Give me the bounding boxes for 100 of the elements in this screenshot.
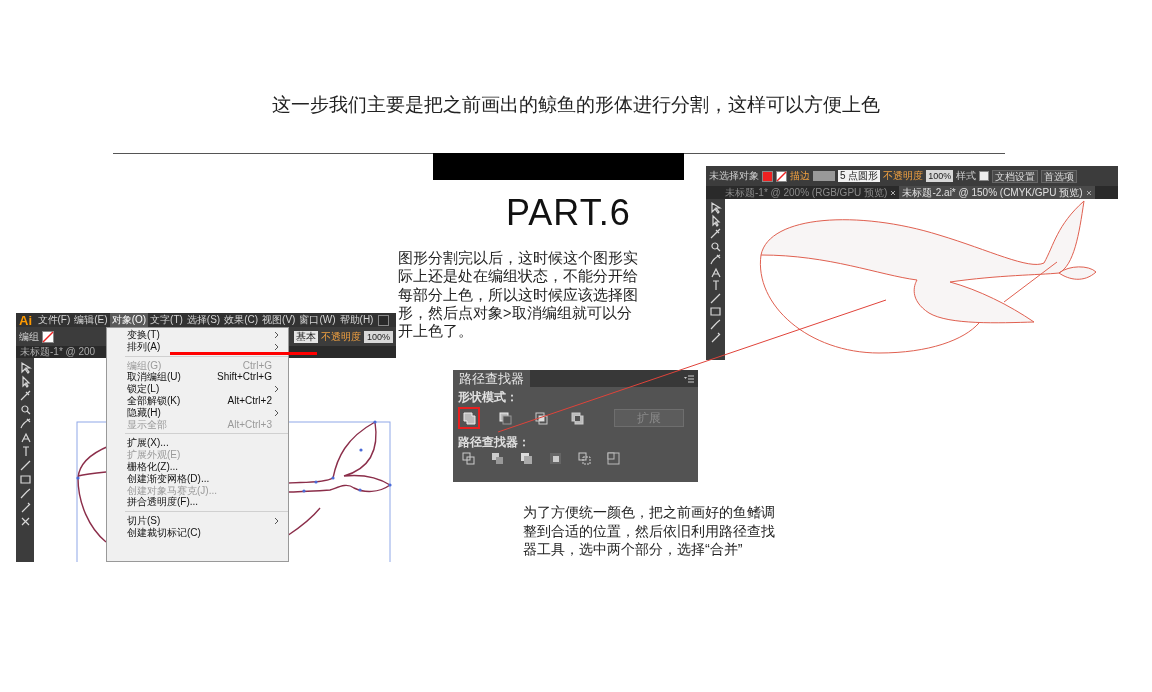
selection-label: 未选择对象 bbox=[709, 169, 759, 183]
menu-item[interactable]: 拼合透明度(F)... bbox=[107, 496, 288, 509]
part-title: PART.6 bbox=[506, 192, 631, 234]
menu-item-label: 锁定(L) bbox=[127, 383, 161, 395]
tool-icon[interactable] bbox=[709, 201, 722, 214]
document-tab[interactable]: 未标题-1* @ 200% (RGB/GPU 预览) bbox=[722, 186, 900, 199]
close-icon[interactable] bbox=[1085, 189, 1092, 196]
menu-item-label: 隐藏(H) bbox=[127, 406, 162, 419]
menu-item-label: 创建对象马赛克(J)... bbox=[127, 484, 218, 496]
shortcut-text: Shift+Ctrl+G bbox=[216, 371, 273, 384]
tool-icon[interactable] bbox=[709, 214, 722, 227]
menu-item[interactable]: 创建渐变网格(D)... bbox=[107, 472, 288, 485]
opacity-label[interactable]: 不透明度 bbox=[883, 169, 924, 183]
menu-item[interactable]: 隐藏(H) bbox=[107, 406, 288, 419]
tool-icon[interactable] bbox=[18, 403, 32, 416]
menu-bar-item[interactable]: 文件(F) bbox=[36, 313, 72, 327]
trim-icon[interactable] bbox=[491, 452, 504, 465]
menu-item-label: 编组(G) bbox=[127, 359, 163, 372]
intro-paragraph: 图形分割完以后，这时候这个图形实际上还是处在编组状态，不能分开给每部分上色，所以这时候应该选择图形，然后点对象>取消编组就可以分开上色了。 bbox=[398, 249, 639, 341]
tool-icon[interactable] bbox=[709, 318, 722, 331]
divide-icon[interactable] bbox=[462, 452, 475, 465]
stroke-label[interactable]: 描边 bbox=[790, 169, 810, 183]
brush-dropdown[interactable]: 5 点圆形 bbox=[838, 170, 881, 182]
shortcut-text: Alt+Ctrl+3 bbox=[227, 418, 273, 431]
tool-icon[interactable] bbox=[709, 240, 722, 253]
menu-bar-item[interactable]: 文字(T) bbox=[148, 313, 185, 327]
shape-mode-button[interactable] bbox=[458, 407, 480, 429]
tool-icon[interactable] bbox=[18, 459, 32, 472]
shortcut-text: Alt+Ctrl+2 bbox=[227, 395, 273, 407]
tool-icon[interactable] bbox=[18, 473, 32, 486]
selection-label: 编组 bbox=[19, 329, 39, 344]
intersect-icon bbox=[534, 411, 548, 425]
exclude-icon bbox=[570, 411, 584, 425]
panel-menu-icon[interactable] bbox=[684, 374, 694, 383]
tool-icon[interactable] bbox=[709, 331, 722, 344]
menu-item-label: 创建裁切标记(C) bbox=[127, 526, 202, 539]
opacity-label[interactable]: 不透明度 bbox=[320, 329, 361, 344]
tool-icon[interactable] bbox=[709, 292, 722, 305]
menu-item-label: 切片(S) bbox=[127, 515, 162, 527]
crop-icon[interactable] bbox=[549, 452, 562, 465]
fill-swatch-icon[interactable] bbox=[762, 170, 773, 182]
menu-item-label: 拼合透明度(F)... bbox=[127, 496, 199, 509]
heading-text: 这一步我们主要是把之前画出的鲸鱼的形体进行分割，这样可以方便上色 bbox=[271, 93, 881, 117]
app-logo: Ai bbox=[18, 313, 33, 328]
menu-bar-item[interactable]: 帮助(H) bbox=[338, 313, 375, 327]
tab-label: 未标题-2.ai* @ 150% (CMYK/GPU 预览) bbox=[902, 185, 1083, 200]
tool-icon[interactable] bbox=[18, 417, 32, 430]
minus-front-icon bbox=[498, 411, 512, 425]
menu-item[interactable]: 取消编组(U) Shift+Ctrl+G bbox=[107, 371, 288, 384]
tool-icon[interactable] bbox=[18, 389, 32, 402]
menu-item-label: 扩展(X)... bbox=[127, 437, 170, 449]
toolbar-button[interactable]: 文档设置 bbox=[992, 169, 1039, 183]
menu-item-label: 扩展外观(E) bbox=[127, 449, 182, 461]
menu-bar-item[interactable]: 窗口(W) bbox=[297, 313, 338, 327]
brush-dropdown[interactable]: 基本 bbox=[293, 330, 318, 343]
opacity-field[interactable]: 100% bbox=[363, 330, 393, 343]
section-label: 路径查找器： bbox=[457, 434, 531, 449]
menu-item[interactable]: 全部解锁(K) Alt+Ctrl+2 bbox=[107, 395, 288, 407]
menu-item[interactable]: 切片(S) bbox=[107, 515, 288, 527]
menu-bar-item[interactable]: 效果(C) bbox=[222, 313, 260, 327]
menu-item-label: 创建渐变网格(D)... bbox=[127, 472, 211, 485]
menu-item-label: 栅格化(Z)... bbox=[127, 460, 180, 473]
tab-label: 未标题-1* @ 200% (RGB/GPU 预览) bbox=[725, 185, 888, 200]
style-swatch-icon[interactable] bbox=[979, 171, 990, 181]
menu-bar-item[interactable]: 对象(O) bbox=[110, 313, 148, 327]
tool-icon[interactable] bbox=[709, 227, 722, 240]
tool-icon[interactable] bbox=[709, 253, 722, 266]
merge-icon[interactable] bbox=[520, 452, 533, 465]
tool-icon[interactable] bbox=[18, 361, 32, 374]
menu-item[interactable]: 变换(T) bbox=[107, 329, 288, 341]
stroke-swatch-icon[interactable] bbox=[42, 330, 54, 343]
menu-bar-item[interactable]: 视图(V) bbox=[260, 313, 297, 327]
style-label: 样式 bbox=[956, 169, 977, 183]
stroke-swatch-icon[interactable] bbox=[776, 170, 787, 182]
menu-item-label: 显示全部 bbox=[127, 418, 168, 431]
panel-tab[interactable]: 路径查找器 bbox=[453, 370, 530, 387]
opacity-field[interactable]: 100% bbox=[926, 170, 954, 182]
menu-item-label: 变换(T) bbox=[127, 329, 161, 341]
menu-item[interactable]: 锁定(L) bbox=[107, 383, 288, 395]
stroke-width-field[interactable] bbox=[813, 171, 835, 181]
menu-item[interactable]: 栅格化(Z)... bbox=[107, 460, 288, 473]
tool-icon[interactable] bbox=[18, 487, 32, 500]
tool-icon[interactable] bbox=[709, 266, 722, 279]
menu-item[interactable]: 创建裁切标记(C) bbox=[107, 526, 288, 539]
tool-icon[interactable] bbox=[18, 431, 32, 444]
menu-bar-item[interactable]: 选择(S) bbox=[185, 313, 222, 327]
menu-item-label: 全部解锁(K) bbox=[127, 395, 182, 407]
unite-icon bbox=[462, 411, 476, 425]
tool-icon[interactable] bbox=[709, 305, 722, 318]
minus-back-icon[interactable] bbox=[607, 452, 620, 465]
outline-icon[interactable] bbox=[578, 452, 591, 465]
section-label: 形状模式： bbox=[457, 389, 519, 404]
menu-bar-item[interactable]: 编辑(E) bbox=[72, 313, 110, 327]
shortcut-text: Ctrl+G bbox=[242, 359, 273, 372]
close-icon[interactable] bbox=[890, 189, 897, 196]
toolbar-button[interactable]: 首选项 bbox=[1041, 169, 1078, 183]
menu-item[interactable]: 扩展(X)... bbox=[107, 437, 288, 450]
document-tab[interactable]: 未标题-2.ai* @ 150% (CMYK/GPU 预览) bbox=[899, 186, 1095, 199]
menu-item-label: 取消编组(U) bbox=[127, 371, 182, 383]
note-paragraph: 为了方便统一颜色，把之前画好的鱼鳍调整到合适的位置，然后依旧利用路径查找器工具，选中两个部分，选择“合并” bbox=[523, 503, 776, 559]
